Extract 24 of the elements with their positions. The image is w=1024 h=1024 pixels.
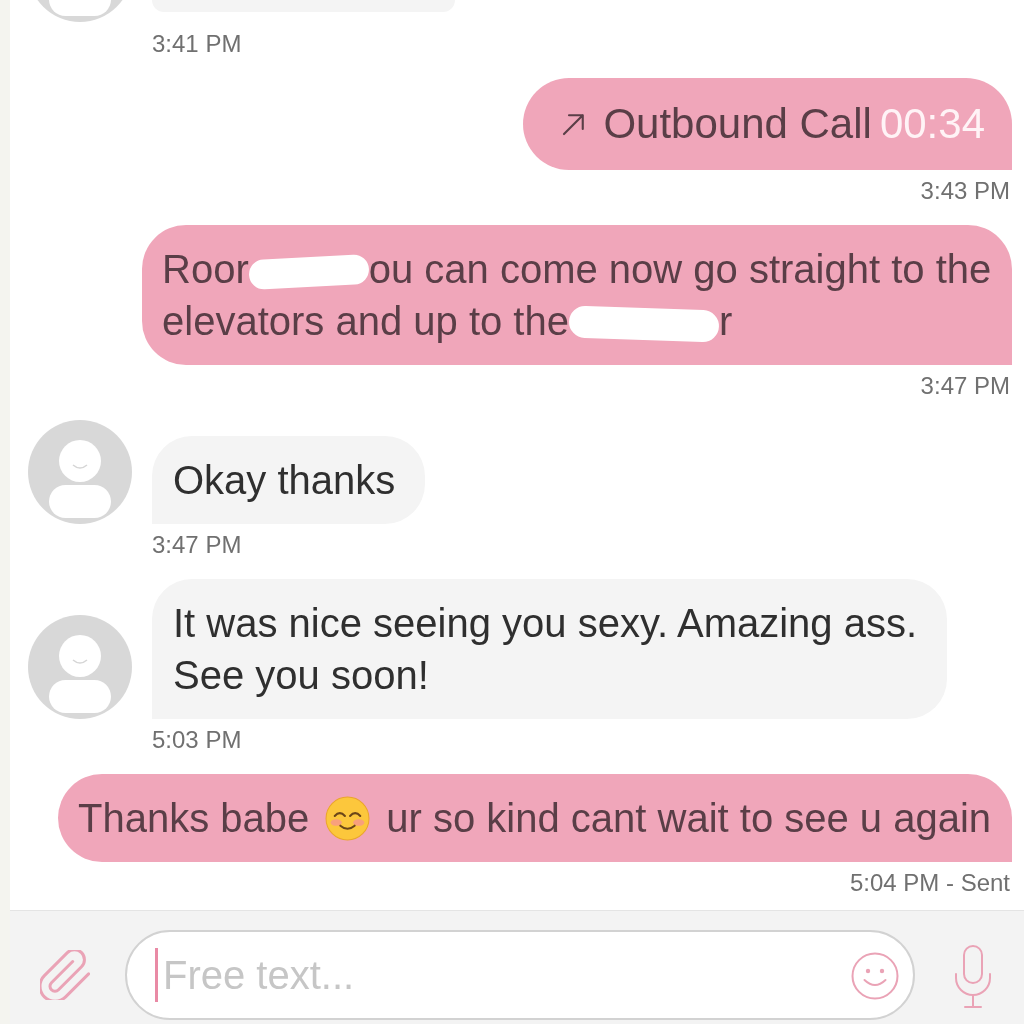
message-time: 3:41 PM	[151, 31, 243, 57]
message-time: 3:43 PM	[920, 178, 1011, 204]
message-text: It was nice seeing you sexy. Amazing ass. See you soon!	[173, 601, 918, 697]
call-duration: 00:34	[879, 99, 985, 149]
microphone-icon[interactable]	[953, 944, 993, 1010]
call-label: Outbound Call	[603, 99, 872, 149]
avatar-icon	[28, 420, 132, 524]
message-time: 3:47 PM	[920, 373, 1011, 399]
message-time: 5:04 PM - Sent	[849, 870, 1011, 896]
text-cursor-icon	[155, 948, 158, 1002]
smiling-face-emoji-icon	[325, 795, 371, 841]
paperclip-icon[interactable]	[40, 950, 90, 1000]
message-text: ou can come now go straight to the	[368, 246, 992, 293]
avatar-icon	[28, 615, 132, 719]
smiley-icon[interactable]	[851, 952, 899, 1000]
message-input-field[interactable]: Free text...	[125, 930, 915, 1020]
message-text: Roor	[162, 246, 249, 293]
message-text: ur so kind cant wait to see u again	[386, 795, 992, 842]
message-text: Okay thanks	[173, 458, 396, 502]
message-text: Thanks babe	[78, 795, 310, 842]
message-time: 3:47 PM	[151, 532, 243, 558]
message-text: r	[718, 298, 733, 345]
message-time: 5:03 PM	[151, 727, 243, 753]
message-text: elevators and up to the	[162, 298, 569, 345]
